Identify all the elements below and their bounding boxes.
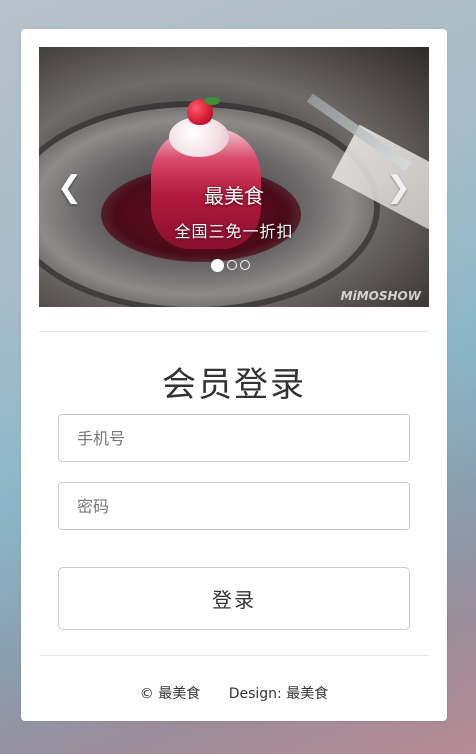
password-input[interactable]: [58, 482, 410, 530]
carousel-indicator-2[interactable]: [227, 260, 237, 270]
login-button[interactable]: 登录: [58, 567, 410, 630]
carousel-indicator-1[interactable]: [211, 258, 224, 272]
watermark-logo: MiMOSHOW: [340, 289, 421, 303]
page-title: 会员登录: [162, 365, 306, 405]
carousel-indicator-3[interactable]: [240, 260, 250, 270]
image-carousel[interactable]: ❮ ❯ 最美食 全国三免一折扣 MiMOSHOW: [39, 47, 429, 307]
login-card: ❮ ❯ 最美食 全国三免一折扣 MiMOSHOW 会员登录 登录 © 最美食 D…: [21, 29, 447, 721]
footer: © 最美食 Design: 最美食: [21, 683, 447, 703]
carousel-caption-title: 最美食: [204, 184, 264, 208]
divider-bottom: [39, 655, 429, 656]
footer-copyright: © 最美食: [139, 686, 201, 702]
carousel-indicators: [211, 258, 250, 272]
phone-input[interactable]: [58, 414, 410, 462]
carousel-caption-subtitle: 全国三免一折扣: [174, 222, 294, 241]
footer-design: Design: 最美食: [228, 686, 329, 702]
mint-leaf-image: [204, 97, 220, 105]
divider-top: [39, 331, 429, 332]
